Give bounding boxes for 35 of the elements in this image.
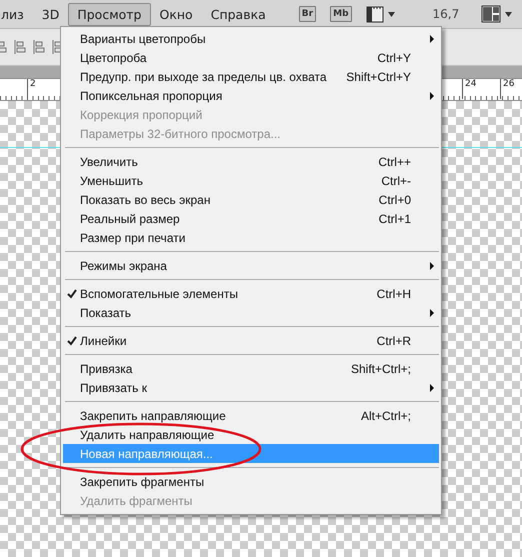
film-frame-icon <box>366 6 384 22</box>
align-icon <box>32 39 45 55</box>
menu-item[interactable]: Закрепить фрагменты <box>63 472 439 491</box>
caret-icon <box>505 12 512 16</box>
app-launch-button[interactable]: Br <box>298 6 316 22</box>
menu-item[interactable]: Цветопроба Ctrl+Y <box>63 48 439 67</box>
menu-bar-item[interactable]: Справка <box>202 2 275 26</box>
menu-item[interactable]: Показать <box>63 303 439 322</box>
menu-item[interactable]: Закрепить направляющие Alt+Ctrl+; <box>63 406 439 425</box>
menu-item[interactable]: Попиксельная пропорция <box>63 86 439 105</box>
ruler-label: 24 <box>462 79 476 99</box>
ruler-label: 2 <box>27 79 36 99</box>
menu-item[interactable]: Показать во весь экран Ctrl+0 <box>63 190 439 209</box>
app-launch-button[interactable]: Mb <box>330 6 352 22</box>
menu-item[interactable]: Привязка Shift+Ctrl+; <box>63 359 439 378</box>
menu-item[interactable]: Вспомогательные элементы Ctrl+H <box>63 284 439 303</box>
menu-bar-item[interactable]: Просмотр <box>68 2 150 26</box>
menu-bar-item[interactable]: Окно <box>150 2 202 26</box>
caret-icon <box>388 12 395 16</box>
menu-item[interactable]: Увеличить Ctrl++ <box>63 152 439 171</box>
menu-item[interactable]: Привязать к <box>63 378 439 397</box>
menu-bar-item[interactable]: 3D <box>32 2 68 26</box>
menu-item[interactable]: Режимы экрана <box>63 256 439 275</box>
menu-item[interactable]: Реальный размер Ctrl+1 <box>63 209 439 228</box>
align-icon <box>13 39 26 55</box>
menu-item[interactable]: Линейки Ctrl+R <box>63 331 439 350</box>
menu-item[interactable]: Варианты цветопробы <box>63 29 439 48</box>
zoom-level[interactable]: 16,7 <box>432 7 460 21</box>
menu-item[interactable]: Размер при печати <box>63 228 439 247</box>
menu-item[interactable]: Уменьшить Ctrl+- <box>63 171 439 190</box>
layout-grid-icon <box>481 5 502 23</box>
menu-item[interactable]: Предупр. при выходе за пределы цв. охвата Shift+Ctrl+Y <box>63 67 439 86</box>
menu-bar-item[interactable]: лиз <box>0 2 33 26</box>
menu-item[interactable]: Удалить направляющие <box>63 425 439 444</box>
ruler-label: 26 <box>500 79 514 99</box>
